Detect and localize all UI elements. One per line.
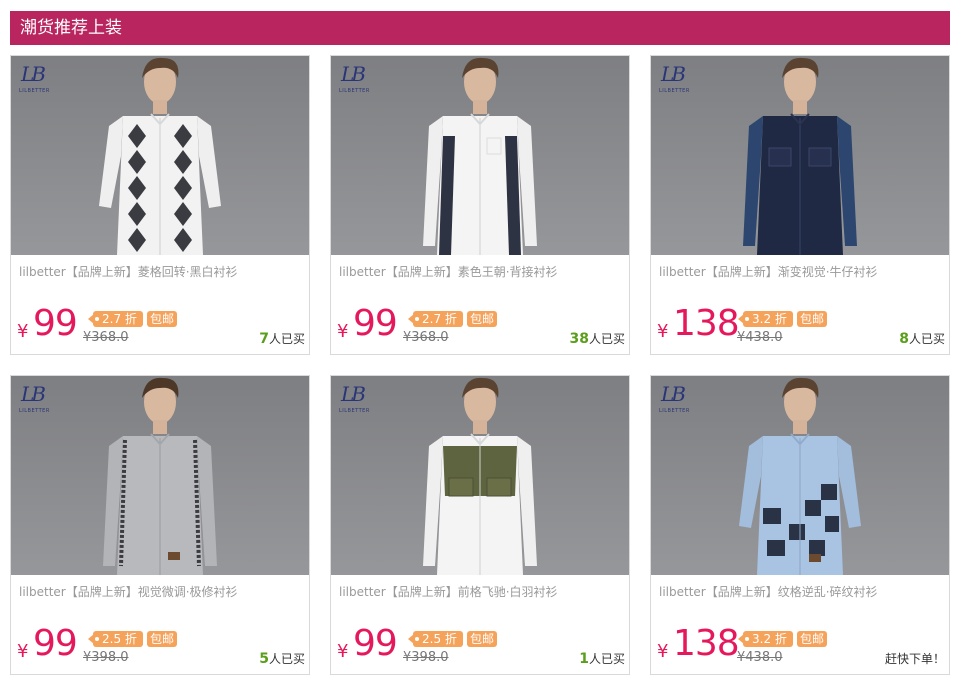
price-row: ¥ 138 3.2 折 包邮 ¥438.0 赶快下单！: [657, 623, 947, 667]
product-title[interactable]: lilbetter【品牌上新】渐变视觉·牛仔衬衫: [659, 263, 943, 280]
original-price: ¥438.0: [737, 330, 783, 345]
discount-tag: 2.7 折: [88, 311, 143, 327]
price-row: ¥ 99 2.7 折 包邮 ¥368.0 7人已买: [17, 303, 307, 348]
original-price: ¥398.0: [83, 650, 129, 665]
price-row: ¥ 138 3.2 折 包邮 ¥438.0 8人已买: [657, 303, 947, 348]
discount-tag: 2.7 折: [408, 311, 463, 327]
sale-price: 99: [33, 303, 78, 344]
discount-tag: 3.2 折: [738, 631, 793, 647]
free-shipping-tag: 包邮: [797, 311, 828, 327]
original-price: ¥368.0: [83, 330, 129, 345]
product-title[interactable]: lilbetter【品牌上新】菱格回转·黑白衬衫: [19, 263, 303, 280]
sold-count: 38人已买: [569, 331, 626, 347]
original-price: ¥438.0: [737, 650, 783, 665]
model-photo-shirt-0: [99, 57, 221, 255]
price-row: ¥ 99 2.5 折 包邮 ¥398.0 5人已买: [17, 623, 307, 668]
product-image[interactable]: LB LILBETTER: [331, 56, 629, 255]
currency-symbol: ¥: [17, 321, 29, 342]
free-shipping-tag: 包邮: [467, 311, 498, 327]
original-price: ¥368.0: [403, 330, 449, 345]
product-card[interactable]: LB LILBETTER lilbetter【品牌上新】菱格回转·黑白衬衫 ¥ …: [10, 55, 310, 355]
free-shipping-tag: 包邮: [147, 311, 178, 327]
product-card[interactable]: LB LILBETTER lilbetter【品牌上新】前格飞驰·白羽衬衫 ¥ 9…: [330, 375, 630, 675]
sale-price: 99: [353, 303, 398, 344]
original-price: ¥398.0: [403, 650, 449, 665]
sold-count: 8人已买: [899, 331, 945, 347]
product-title[interactable]: lilbetter【品牌上新】前格飞驰·白羽衬衫: [339, 583, 623, 600]
section-header: 潮货推荐上装: [10, 11, 950, 45]
currency-symbol: ¥: [337, 641, 349, 662]
product-card[interactable]: LB LILBETTER lilbetter【品牌上新】视觉微调·极修衬衫 ¥ 9…: [10, 375, 310, 675]
price-row: ¥ 99 2.7 折 包邮 ¥368.0 38人已买: [337, 303, 627, 348]
product-card[interactable]: LB LILBETTER lilbetter【品牌上新】素色王朝·背接衬衫 ¥ 9…: [330, 55, 630, 355]
sale-price: 99: [33, 623, 78, 664]
product-image[interactable]: LB LILBETTER: [11, 376, 309, 575]
sold-count: 5人已买: [259, 651, 305, 667]
discount-tag: 2.5 折: [88, 631, 143, 647]
brand-logo: LB LILBETTER: [659, 382, 690, 414]
model-photo-shirt-2: [743, 57, 857, 255]
sale-price: 138: [673, 623, 740, 664]
currency-symbol: ¥: [17, 641, 29, 662]
section-title: 潮货推荐上装: [20, 17, 122, 38]
free-shipping-tag: 包邮: [147, 631, 178, 647]
product-title[interactable]: lilbetter【品牌上新】视觉微调·极修衬衫: [19, 583, 303, 600]
product-card[interactable]: LB LILBETTER lilbetter【品牌上新】渐变视觉·牛仔衬衫 ¥ 1…: [650, 55, 950, 355]
product-image[interactable]: LB LILBETTER: [651, 56, 949, 255]
brand-logo: LB LILBETTER: [19, 62, 50, 94]
sold-count: 1人已买: [579, 651, 625, 667]
model-photo-shirt-5: [739, 377, 861, 575]
brand-logo: LB LILBETTER: [339, 62, 370, 94]
product-title[interactable]: lilbetter【品牌上新】纹格逆乱·碎纹衬衫: [659, 583, 943, 600]
sold-count: 赶快下单！: [884, 652, 945, 666]
product-title[interactable]: lilbetter【品牌上新】素色王朝·背接衬衫: [339, 263, 623, 280]
free-shipping-tag: 包邮: [467, 631, 498, 647]
model-photo-shirt-4: [423, 377, 537, 575]
currency-symbol: ¥: [337, 321, 349, 342]
product-card[interactable]: LB LILBETTER lilbetter【品牌上新】纹格逆乱·碎纹衬衫 ¥ …: [650, 375, 950, 675]
sale-price: 99: [353, 623, 398, 664]
product-image[interactable]: LB LILBETTER: [651, 376, 949, 575]
discount-tag: 3.2 折: [738, 311, 793, 327]
model-photo-shirt-1: [423, 57, 537, 255]
brand-logo: LB LILBETTER: [659, 62, 690, 94]
product-image[interactable]: LB LILBETTER: [11, 56, 309, 255]
brand-logo: LB LILBETTER: [19, 382, 50, 414]
discount-tag: 2.5 折: [408, 631, 463, 647]
free-shipping-tag: 包邮: [797, 631, 828, 647]
product-image[interactable]: LB LILBETTER: [331, 376, 629, 575]
brand-logo: LB LILBETTER: [339, 382, 370, 414]
sale-price: 138: [673, 303, 740, 344]
model-photo-shirt-3: [103, 377, 217, 575]
price-row: ¥ 99 2.5 折 包邮 ¥398.0 1人已买: [337, 623, 627, 668]
currency-symbol: ¥: [657, 321, 669, 342]
currency-symbol: ¥: [657, 641, 669, 662]
sold-count: 7人已买: [259, 331, 305, 347]
